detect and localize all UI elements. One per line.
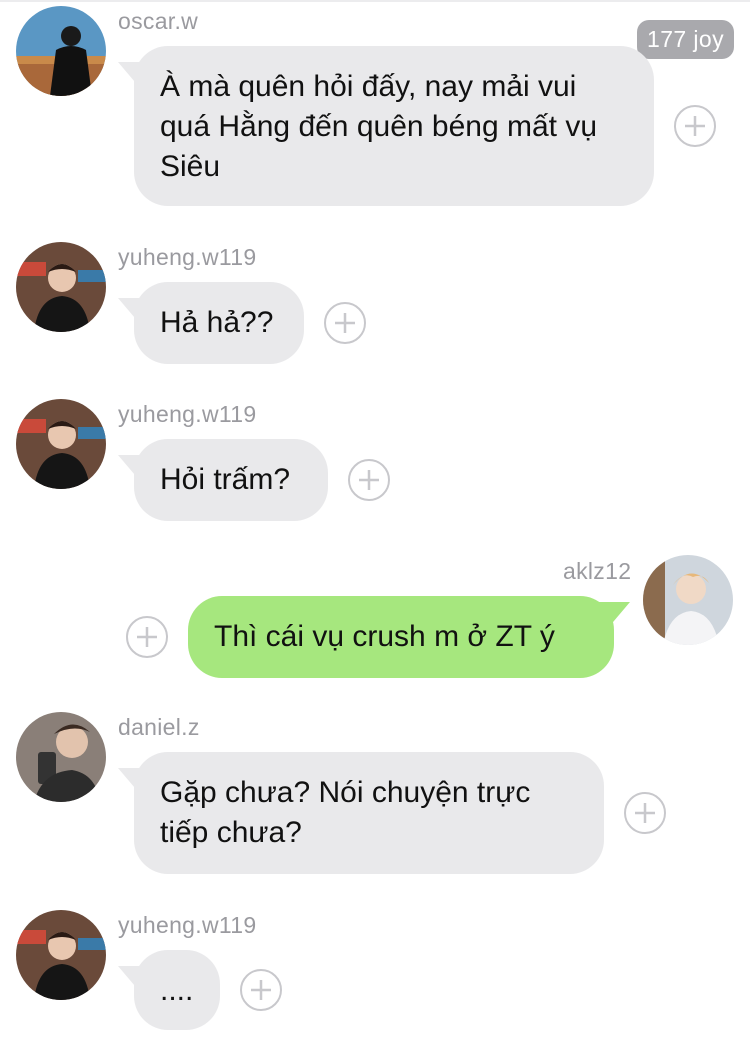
avatar-yuheng[interactable] xyxy=(16,399,106,489)
message-bubble[interactable]: Hả hả?? xyxy=(134,282,304,364)
message-text: À mà quên hỏi đấy, nay mải vui quá Hằng … xyxy=(160,70,598,183)
message-text: Hỏi trấm? xyxy=(160,463,291,496)
add-reaction-button[interactable] xyxy=(674,105,716,147)
avatar-yuheng[interactable] xyxy=(16,910,106,1000)
plus-icon xyxy=(685,116,705,136)
message-text: Thì cái vụ crush m ở ZT ý xyxy=(214,620,555,653)
avatar-yuheng[interactable] xyxy=(16,242,106,332)
add-reaction-button[interactable] xyxy=(324,302,366,344)
add-reaction-button[interactable] xyxy=(240,969,282,1011)
message-username: yuheng.w119 xyxy=(118,912,257,938)
add-reaction-button[interactable] xyxy=(624,792,666,834)
plus-icon xyxy=(335,313,355,333)
chat-screen: 177 joy oscar.w À mà quên hỏi đấy, nay m… xyxy=(0,0,750,1040)
plus-icon xyxy=(251,980,271,1000)
plus-icon xyxy=(359,470,379,490)
message-bubble[interactable]: Hỏi trấm? xyxy=(134,439,328,521)
plus-icon xyxy=(137,627,157,647)
avatar-aklz12[interactable] xyxy=(643,555,733,645)
message-text: Gặp chưa? Nói chuyện trực tiếp chưa? xyxy=(160,776,531,849)
avatar-oscar[interactable] xyxy=(16,6,106,96)
message-bubble[interactable]: Gặp chưa? Nói chuyện trực tiếp chưa? xyxy=(134,752,604,874)
message-bubble[interactable]: À mà quên hỏi đấy, nay mải vui quá Hằng … xyxy=(134,46,654,206)
message-bubble[interactable]: .... xyxy=(134,950,220,1030)
message-username: daniel.z xyxy=(118,714,200,740)
add-reaction-button[interactable] xyxy=(126,616,168,658)
top-divider xyxy=(0,0,750,2)
message-text: .... xyxy=(160,974,194,1007)
message-username: aklz12 xyxy=(563,558,632,584)
add-reaction-button[interactable] xyxy=(348,459,390,501)
avatar-daniel[interactable] xyxy=(16,712,106,802)
message-bubble[interactable]: Thì cái vụ crush m ở ZT ý xyxy=(188,596,614,678)
message-username: yuheng.w119 xyxy=(118,401,257,427)
message-username: oscar.w xyxy=(118,8,199,34)
reaction-count-badge[interactable]: 177 joy xyxy=(637,20,734,59)
message-username: yuheng.w119 xyxy=(118,244,257,270)
plus-icon xyxy=(635,803,655,823)
message-text: Hả hả?? xyxy=(160,306,274,339)
